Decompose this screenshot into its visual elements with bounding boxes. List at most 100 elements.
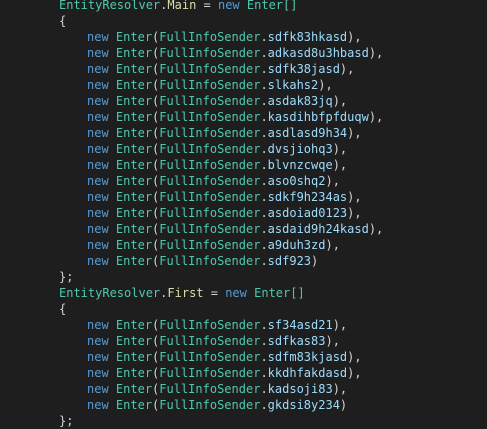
brace: }; — [59, 270, 74, 284]
new-keyword: new — [87, 142, 109, 156]
new-keyword: new — [217, 0, 240, 12]
dot: . — [260, 30, 268, 44]
sender-member: a9duh3zd — [267, 238, 326, 252]
type-name: Enter — [115, 398, 153, 412]
new-keyword: new — [87, 94, 109, 108]
array-item: new Enter(FullInfoSender.slkahs2), — [0, 77, 333, 93]
paren: ), — [332, 142, 348, 156]
sender-class: FullInfoSender — [159, 62, 261, 76]
type-name: Enter — [115, 142, 153, 156]
new-keyword: new — [87, 158, 109, 172]
array-item: new Enter(FullInfoSender.asdak83jq), — [0, 93, 347, 109]
type-name: Enter — [115, 158, 153, 172]
array-item: new Enter(FullInfoSender.asdaid9h24kasd)… — [0, 221, 383, 237]
new-keyword: new — [87, 398, 109, 412]
field-name: Main — [167, 0, 197, 12]
type-name: Enter — [115, 78, 153, 92]
dot: . — [260, 174, 268, 188]
paren: ), — [325, 334, 340, 348]
type-name: Enter — [115, 254, 153, 268]
sender-member: asdlasd9h34 — [267, 126, 348, 140]
array-item: new Enter(FullInfoSender.sdfm83kjasd), — [0, 349, 362, 365]
sender-member: kkdhfakdasd — [267, 366, 348, 380]
type-name: Enter — [115, 366, 153, 380]
new-keyword: new — [87, 126, 109, 140]
sender-member: aso0shq2 — [267, 174, 326, 188]
dot: . — [260, 158, 268, 172]
sender-class: FullInfoSender — [159, 78, 261, 92]
brace: }; — [59, 414, 74, 428]
new-keyword: new — [87, 334, 109, 348]
array-type: Enter[] — [246, 0, 298, 12]
brace: { — [59, 302, 67, 316]
sender-member: sdfk38jasd — [267, 62, 340, 76]
sender-class: FullInfoSender — [159, 366, 261, 380]
paren: ) — [311, 254, 319, 268]
type-name: Enter — [115, 350, 153, 364]
dot: . — [260, 318, 268, 332]
sender-member: sdfk83hkasd — [267, 30, 348, 44]
type-name: Enter — [115, 238, 153, 252]
new-keyword: new — [87, 366, 109, 380]
sender-member: asdoiad0123 — [267, 206, 348, 220]
type-name: Enter — [115, 334, 153, 348]
class-name: EntityResolver — [59, 0, 161, 12]
close-brace: }; — [0, 413, 73, 429]
paren: ), — [347, 350, 362, 364]
paren: ), — [318, 78, 333, 92]
paren: ), — [368, 110, 384, 124]
array-item: new Enter(FullInfoSender.sdfk38jasd), — [0, 61, 354, 77]
array-declaration: EntityResolver.First = new Enter[] — [0, 285, 305, 301]
dot: . — [260, 398, 268, 412]
code-editor[interactable]: EntityResolver.Main = new Enter[]{new En… — [0, 0, 487, 428]
paren: ), — [347, 366, 362, 380]
dot: . — [260, 110, 268, 124]
field-name: First — [167, 286, 204, 300]
new-keyword: new — [87, 110, 109, 124]
dot: . — [260, 350, 268, 364]
new-keyword: new — [87, 222, 109, 236]
sender-member: gkdsi8y234 — [267, 398, 340, 412]
dot: . — [260, 382, 268, 396]
dot: . — [260, 238, 268, 252]
sender-class: FullInfoSender — [159, 110, 261, 124]
array-item: new Enter(FullInfoSender.kadsoji83), — [0, 381, 347, 397]
array-item: new Enter(FullInfoSender.blvnzcwqe), — [0, 157, 347, 173]
paren: ) — [339, 398, 348, 412]
sender-member: sdf923 — [267, 254, 312, 268]
new-keyword: new — [87, 238, 109, 252]
dot: . — [260, 190, 268, 204]
new-keyword: new — [87, 382, 109, 396]
sender-class: FullInfoSender — [159, 222, 261, 236]
new-keyword: new — [87, 254, 109, 268]
array-item: new Enter(FullInfoSender.asdoiad0123), — [0, 205, 362, 221]
array-item: new Enter(FullInfoSender.asdlasd9h34), — [0, 125, 362, 141]
array-item: new Enter(FullInfoSender.adkasd8u3hbasd)… — [0, 45, 383, 61]
array-item: new Enter(FullInfoSender.sdkf9h234as), — [0, 189, 362, 205]
sender-member: slkahs2 — [267, 78, 319, 92]
new-keyword: new — [87, 174, 109, 188]
sender-class: FullInfoSender — [159, 190, 261, 204]
new-keyword: new — [225, 286, 247, 300]
sender-class: FullInfoSender — [159, 46, 261, 60]
array-item: new Enter(FullInfoSender.sdfkas83), — [0, 333, 340, 349]
type-name: Enter — [115, 222, 153, 236]
paren: ), — [325, 238, 340, 252]
sender-class: FullInfoSender — [159, 30, 261, 44]
dot: . — [260, 78, 268, 92]
sender-class: FullInfoSender — [159, 334, 261, 348]
array-item: new Enter(FullInfoSender.kkdhfakdasd), — [0, 365, 362, 381]
sender-class: FullInfoSender — [159, 142, 261, 156]
array-item: new Enter(FullInfoSender.a9duh3zd), — [0, 237, 340, 253]
type-name: Enter — [115, 94, 153, 108]
